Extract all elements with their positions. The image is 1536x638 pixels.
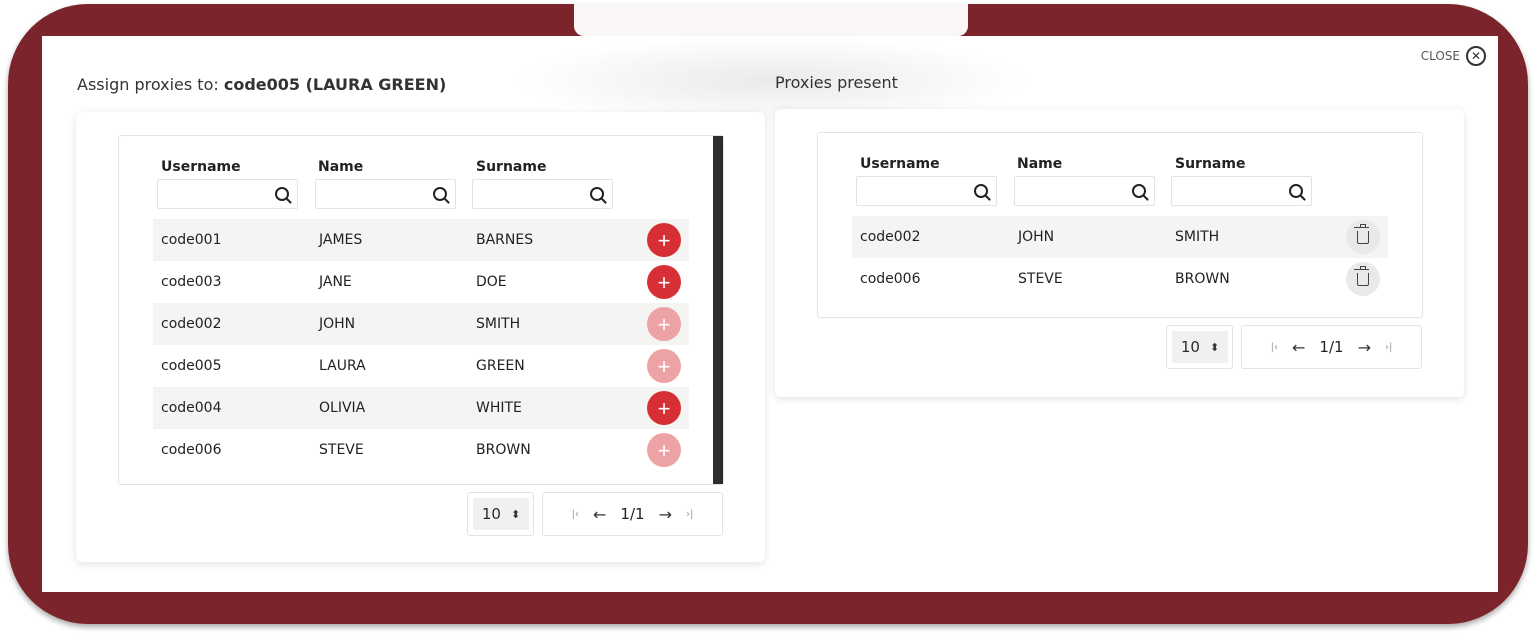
add-proxy-button-disabled[interactable]: +: [647, 433, 681, 467]
available-proxies-grid: Username Name Surname code001 JAMES BARN…: [118, 135, 724, 485]
cell-name: STEVE: [319, 442, 364, 458]
table-row: code002 JOHN SMITH +: [153, 303, 689, 345]
add-proxy-button[interactable]: +: [647, 391, 681, 425]
col-header-username[interactable]: Username: [161, 159, 241, 175]
cell-name: OLIVIA: [319, 400, 366, 416]
cell-surname: GREEN: [476, 358, 525, 374]
cell-surname: BARNES: [476, 232, 534, 248]
proxies-present-title: Proxies present: [775, 73, 898, 92]
table-row: code004 OLIVIA WHITE +: [153, 387, 689, 429]
cell-username: code006: [161, 442, 222, 458]
remove-proxy-button[interactable]: [1346, 262, 1380, 296]
add-proxy-button[interactable]: +: [647, 223, 681, 257]
cell-username: code006: [860, 271, 921, 287]
cell-name: JANE: [319, 274, 352, 290]
cell-username: code002: [161, 316, 222, 332]
page-size-value: 10: [1180, 338, 1200, 356]
frame-top-tab: [574, 4, 968, 36]
close-icon: ✕: [1466, 46, 1486, 66]
assign-title-prefix: Assign proxies to:: [77, 75, 219, 94]
trash-icon: [1354, 223, 1369, 244]
name-filter[interactable]: [315, 179, 456, 209]
page-size-box: 10 ⬍: [1166, 325, 1233, 369]
table-row: code006 STEVE BROWN +: [153, 429, 689, 471]
surname-filter[interactable]: [472, 179, 613, 209]
last-page-icon[interactable]: ›|: [686, 509, 693, 520]
cell-name: STEVE: [1018, 271, 1063, 287]
page-size-value: 10: [481, 505, 501, 523]
table-row: code001 JAMES BARNES +: [153, 219, 689, 261]
col-header-name[interactable]: Name: [1017, 156, 1062, 172]
search-icon: [1289, 184, 1303, 198]
trash-icon: [1354, 265, 1369, 286]
table-row: code006 STEVE BROWN: [852, 258, 1388, 300]
search-icon: [433, 187, 447, 201]
cell-username: code001: [161, 232, 222, 248]
cell-name: JOHN: [319, 316, 356, 332]
surname-filter[interactable]: [1171, 176, 1312, 206]
last-page-icon[interactable]: ›|: [1385, 342, 1392, 353]
cell-username: code005: [161, 358, 222, 374]
table-row: code003 JANE DOE +: [153, 261, 689, 303]
close-label: CLOSE: [1420, 49, 1460, 63]
col-header-surname[interactable]: Surname: [476, 159, 546, 175]
pagination-nav: |‹ ← 1/1 → ›|: [542, 492, 723, 536]
name-filter[interactable]: [1014, 176, 1155, 206]
first-page-icon[interactable]: |‹: [1271, 342, 1278, 353]
cell-surname: DOE: [476, 274, 507, 290]
grid-scrollbar[interactable]: [713, 136, 723, 484]
page-size-box: 10 ⬍: [467, 492, 534, 536]
cell-name: JOHN: [1018, 229, 1055, 245]
cell-surname: SMITH: [476, 316, 521, 332]
add-proxy-button-disabled[interactable]: +: [647, 349, 681, 383]
cell-surname: SMITH: [1175, 229, 1220, 245]
table-row: code002 JOHN SMITH: [852, 216, 1388, 258]
search-icon: [974, 184, 988, 198]
assign-title: Assign proxies to: code005 (LAURA GREEN): [77, 75, 446, 94]
present-proxies-card: Username Name Surname code002 JOHN SMITH: [775, 109, 1464, 397]
updown-icon: ⬍: [1209, 340, 1220, 354]
cell-name: JAMES: [319, 232, 363, 248]
username-filter[interactable]: [856, 176, 997, 206]
cell-username: code004: [161, 400, 222, 416]
next-page-icon[interactable]: →: [659, 505, 672, 524]
col-header-name[interactable]: Name: [318, 159, 363, 175]
col-header-surname[interactable]: Surname: [1175, 156, 1245, 172]
available-proxies-card: Username Name Surname code001 JAMES BARN…: [76, 112, 765, 562]
add-proxy-button[interactable]: +: [647, 265, 681, 299]
page-indicator: 1/1: [1319, 338, 1344, 356]
page-size-select[interactable]: 10 ⬍: [473, 498, 529, 530]
search-icon: [590, 187, 604, 201]
cell-surname: WHITE: [476, 400, 522, 416]
updown-icon: ⬍: [510, 507, 521, 521]
first-page-icon[interactable]: |‹: [572, 509, 579, 520]
search-icon: [1132, 184, 1146, 198]
next-page-icon[interactable]: →: [1358, 338, 1371, 357]
present-proxies-grid: Username Name Surname code002 JOHN SMITH: [817, 132, 1423, 318]
assign-proxies-modal: CLOSE ✕ Assign proxies to: code005 (LAUR…: [42, 36, 1498, 592]
cell-surname: BROWN: [1175, 271, 1230, 287]
cell-surname: BROWN: [476, 442, 531, 458]
prev-page-icon[interactable]: ←: [1292, 338, 1305, 357]
page-size-select[interactable]: 10 ⬍: [1172, 331, 1228, 363]
assign-title-user: code005 (LAURA GREEN): [223, 75, 447, 94]
page-indicator: 1/1: [620, 505, 645, 523]
close-button[interactable]: CLOSE ✕: [1421, 46, 1486, 66]
cell-username: code002: [860, 229, 921, 245]
username-filter[interactable]: [157, 179, 298, 209]
table-row: code005 LAURA GREEN +: [153, 345, 689, 387]
prev-page-icon[interactable]: ←: [593, 505, 606, 524]
cell-username: code003: [161, 274, 222, 290]
pagination-nav: |‹ ← 1/1 → ›|: [1241, 325, 1422, 369]
cell-name: LAURA: [319, 358, 366, 374]
search-icon: [275, 187, 289, 201]
remove-proxy-button[interactable]: [1346, 220, 1380, 254]
col-header-username[interactable]: Username: [860, 156, 940, 172]
add-proxy-button-disabled[interactable]: +: [647, 307, 681, 341]
